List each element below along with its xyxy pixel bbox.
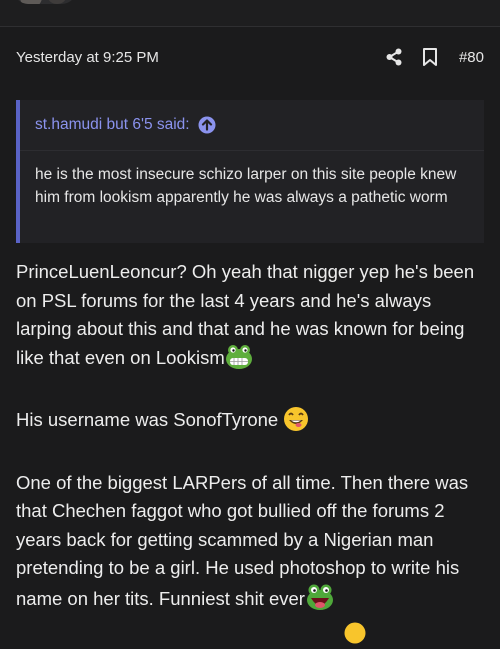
post-content: PrinceLuenLeoncur? Oh yeah that nigger y… (16, 258, 488, 647)
post-text: One of the biggest LARPers of all time. … (16, 471, 469, 609)
quote-block: st.hamudi but 6'5 said: he is the most i… (16, 100, 484, 243)
bookmark-icon[interactable] (419, 46, 441, 68)
arrow-up-circle-icon[interactable] (198, 116, 216, 134)
avatar[interactable] (14, 0, 76, 4)
post-timestamp[interactable]: Yesterday at 9:25 PM (16, 49, 369, 66)
share-icon[interactable] (383, 46, 405, 68)
emoji-icon (344, 622, 366, 644)
quote-author-link[interactable]: st.hamudi but 6'5 said: (35, 116, 190, 134)
post-meta: Yesterday at 9:25 PM #80 (16, 44, 484, 70)
post-number-link[interactable]: #80 (459, 49, 484, 66)
grinning-face-emoji (283, 406, 309, 441)
divider (0, 26, 500, 27)
grinning-frog-emoji (225, 344, 253, 379)
post-paragraph: His username was SonofTyrone (16, 406, 488, 441)
quote-header: st.hamudi but 6'5 said: (20, 100, 484, 151)
laughing-frog-emoji (305, 583, 335, 620)
post-actions: #80 (369, 46, 484, 68)
post-paragraph: PrinceLuenLeoncur? Oh yeah that nigger y… (16, 258, 488, 378)
quote-text: he is the most insecure schizo larper on… (35, 166, 457, 206)
post-text: His username was SonofTyrone (16, 409, 279, 430)
previous-post-strip (0, 0, 500, 26)
post-paragraph: One of the biggest LARPers of all time. … (16, 469, 488, 620)
